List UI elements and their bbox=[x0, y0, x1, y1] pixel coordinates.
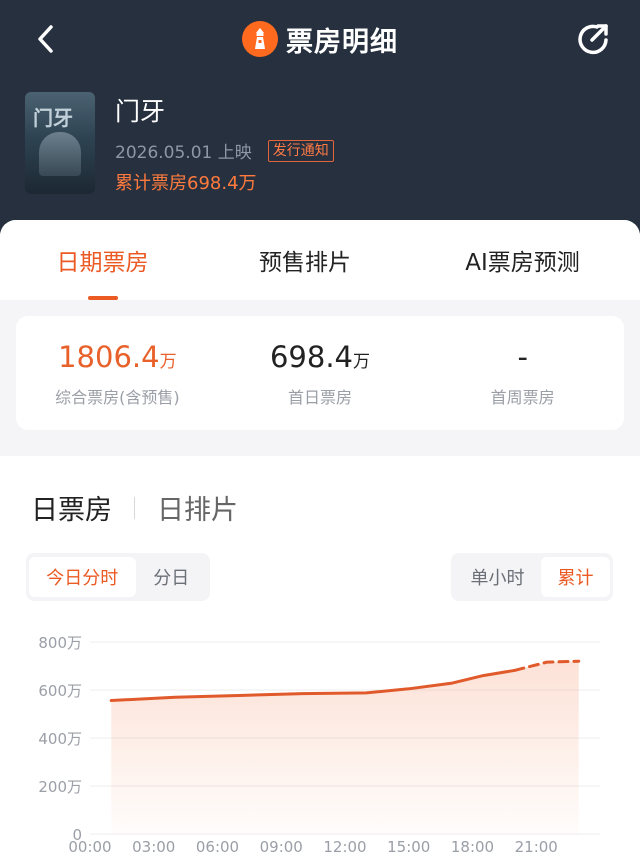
toggle-single-hour[interactable]: 单小时 bbox=[454, 557, 541, 597]
movie-poster[interactable]: 门牙 bbox=[25, 92, 95, 194]
stats-card: 1806.4万 综合票房(含预售) 698.4万 首日票房 - 首周票房 bbox=[16, 316, 624, 430]
x-tick-label: 18:00 bbox=[451, 838, 494, 855]
stat-value: 1806.4万 bbox=[58, 339, 177, 374]
x-tick-label: 21:00 bbox=[515, 838, 558, 855]
tab-presale-schedule[interactable]: 预售排片 bbox=[205, 220, 405, 300]
release-date: 2026.05.01 上映 bbox=[115, 143, 252, 163]
share-button[interactable] bbox=[574, 20, 612, 58]
share-icon bbox=[578, 24, 608, 55]
nav-title: 票房明细 bbox=[0, 18, 640, 60]
toggle-cumulative[interactable]: 累计 bbox=[541, 557, 610, 597]
tab-underline bbox=[87, 296, 118, 300]
x-tick-label: 03:00 bbox=[132, 838, 175, 855]
time-mode-toggle: 今日分时 分日 bbox=[26, 553, 210, 601]
stat-first-week: - 首周票房 bbox=[421, 316, 624, 430]
area-fill bbox=[111, 661, 579, 834]
movie-name: 门牙 bbox=[115, 97, 166, 126]
value-mode-toggle: 单小时 累计 bbox=[451, 553, 613, 601]
y-tick-label: 600万 bbox=[38, 682, 82, 700]
stat-first-day: 698.4万 首日票房 bbox=[219, 316, 422, 430]
section-daily-box-office[interactable]: 日票房 bbox=[31, 488, 112, 527]
y-tick-label: 200万 bbox=[38, 778, 82, 796]
release-row: 2026.05.01 上映 发行通知 bbox=[115, 138, 334, 163]
page-title: 票房明细 bbox=[286, 26, 398, 58]
toggle-by-day[interactable]: 分日 bbox=[136, 557, 207, 597]
stat-label: 首周票房 bbox=[490, 387, 555, 407]
tab-ai-forecast[interactable]: AI票房预测 bbox=[405, 220, 640, 300]
poster-figure bbox=[39, 132, 81, 176]
x-tick-label: 09:00 bbox=[260, 838, 303, 855]
stat-label: 综合票房(含预售) bbox=[55, 387, 180, 407]
content-card: 日期票房 预售排片 AI票房预测 1806.4万 综合票房(含预售) 698.4… bbox=[0, 220, 640, 855]
tab-label: AI票房预测 bbox=[465, 250, 580, 276]
app-header: 票房明细 门牙 门牙 2026.05.01 上映 发行通知 累计票房698.4万 bbox=[0, 0, 640, 250]
stat-label: 首日票房 bbox=[288, 387, 353, 407]
release-notice-badge[interactable]: 发行通知 bbox=[267, 139, 334, 162]
x-tick-label: 15:00 bbox=[387, 838, 430, 855]
box-office-chart: 0200万400万600万800万00:00 03:00 06:00 09:00 12:… bbox=[38, 634, 600, 855]
y-tick-label: 800万 bbox=[38, 634, 82, 652]
lighthouse-icon bbox=[242, 21, 278, 57]
tab-label: 预售排片 bbox=[259, 250, 351, 276]
toggle-today-hourly[interactable]: 今日分时 bbox=[29, 557, 136, 597]
tab-date-box-office[interactable]: 日期票房 bbox=[0, 220, 205, 300]
section-switch: 日票房 日排片 bbox=[31, 488, 238, 527]
section-divider bbox=[134, 496, 135, 519]
section-daily-schedule[interactable]: 日排片 bbox=[157, 488, 238, 527]
tab-label: 日期票房 bbox=[56, 250, 149, 276]
stat-value: 698.4万 bbox=[269, 339, 371, 374]
tab-bar: 日期票房 预售排片 AI票房预测 bbox=[0, 220, 640, 300]
y-tick-label: 400万 bbox=[38, 730, 82, 748]
poster-title: 门牙 bbox=[33, 106, 73, 130]
movie-info: 门牙 2026.05.01 上映 发行通知 累计票房698.4万 bbox=[115, 96, 334, 195]
x-tick-label: 06:00 bbox=[196, 838, 239, 855]
x-tick-label: 00:00 bbox=[68, 838, 111, 855]
stat-total: 1806.4万 综合票房(含预售) bbox=[16, 316, 219, 430]
cumulative-box-office: 累计票房698.4万 bbox=[115, 173, 257, 194]
x-tick-label: 12:00 bbox=[323, 838, 366, 855]
chart-panel: 日票房 日排片 今日分时 分日 单小时 累计 0 200万 400万 600万 800万… bbox=[0, 456, 640, 855]
stat-value: - bbox=[517, 339, 528, 374]
